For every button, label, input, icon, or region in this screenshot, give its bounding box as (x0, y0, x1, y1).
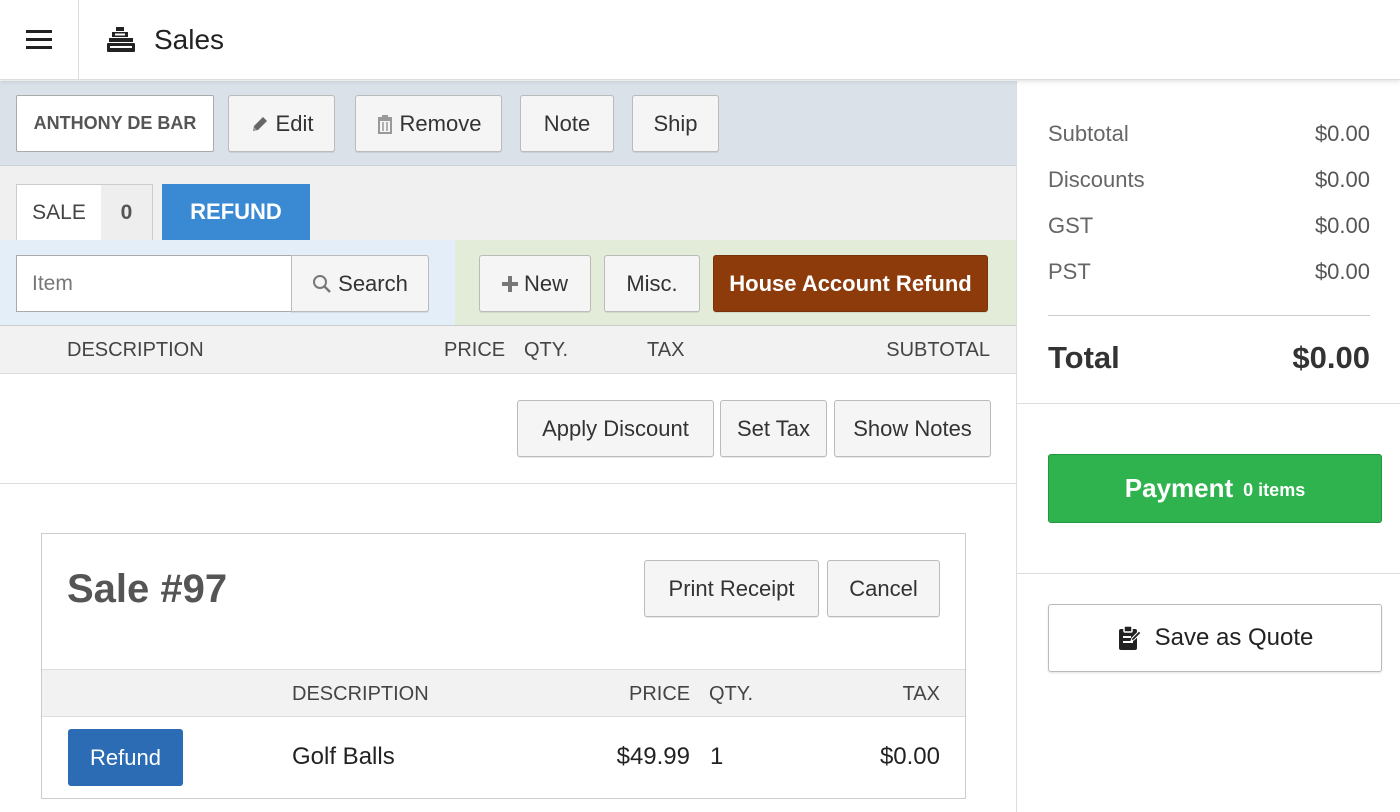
discounts-row: Discounts $0.00 (1048, 167, 1370, 193)
plus-icon (501, 275, 518, 292)
menu-button[interactable] (0, 0, 79, 80)
save-as-quote-label: Save as Quote (1154, 624, 1314, 651)
item-search-area: Search (0, 240, 455, 326)
table-row: Refund Golf Balls $49.99 1 $0.00 (42, 717, 965, 799)
divider (1017, 403, 1400, 404)
item-qty: 1 (710, 743, 724, 770)
item-search-input[interactable] (16, 255, 292, 312)
pst-value: $0.00 (1314, 259, 1370, 284)
sale-register: ANTHONY DE BAR Edit Remove Note Ship SAL… (0, 81, 1016, 812)
house-account-refund-button[interactable]: House Account Refund (713, 255, 988, 312)
sale-column-qty: QTY. (709, 683, 754, 705)
sale-items-header: DESCRIPTION PRICE QTY. TAX (42, 669, 965, 717)
payment-label: Payment (1124, 473, 1234, 503)
page-header: Sales (106, 0, 224, 80)
print-receipt-button[interactable]: Print Receipt (644, 560, 819, 617)
sale-panel: Sale #97 Print Receipt Cancel DESCRIPTIO… (41, 533, 966, 799)
item-tax: $0.00 (879, 743, 940, 770)
total-label: Total (1048, 340, 1120, 375)
cancel-button[interactable]: Cancel (827, 560, 940, 617)
misc-button[interactable]: Misc. (604, 255, 700, 312)
clipboard-icon (1118, 625, 1141, 650)
apply-discount-button[interactable]: Apply Discount (517, 400, 714, 457)
tab-sale[interactable]: SALE 0 (16, 184, 153, 240)
remove-customer-button[interactable]: Remove (355, 95, 502, 152)
totals-panel: Subtotal $0.00 Discounts $0.00 GST $0.00… (1016, 81, 1400, 812)
mode-tabs: SALE 0 REFUND (0, 166, 1016, 240)
new-label: New (523, 270, 568, 296)
column-qty: QTY. (524, 339, 569, 361)
column-subtotal: SUBTOTAL (886, 339, 990, 361)
total-value: $0.00 (1292, 340, 1370, 375)
tab-sale-label: SALE (32, 200, 86, 224)
search-icon (313, 274, 332, 293)
gst-label: GST (1048, 213, 1094, 238)
gst-row: GST $0.00 (1048, 213, 1370, 239)
sale-column-price: PRICE (629, 683, 691, 705)
save-as-quote-button[interactable]: Save as Quote (1048, 604, 1382, 672)
add-item-area: New Misc. House Account Refund (455, 240, 1016, 326)
discounts-value: $0.00 (1314, 167, 1370, 192)
subtotal-label: Subtotal (1048, 121, 1129, 146)
tab-sale-count: 0 (101, 185, 152, 240)
new-item-button[interactable]: New (479, 255, 591, 312)
line-items-header: DESCRIPTION PRICE QTY. TAX SUBTOTAL (0, 326, 1016, 374)
gst-value: $0.00 (1314, 213, 1370, 238)
subtotal-row: Subtotal $0.00 (1048, 121, 1370, 147)
item-price: $49.99 (616, 743, 690, 770)
divider (1017, 573, 1400, 574)
remove-label: Remove (399, 110, 482, 136)
pst-label: PST (1048, 259, 1091, 284)
customer-name-button[interactable]: ANTHONY DE BAR (16, 95, 214, 152)
edit-customer-button[interactable]: Edit (228, 95, 335, 152)
total-row: Total $0.00 (1048, 340, 1370, 376)
payment-item-count: 0 items (1243, 480, 1306, 500)
column-price: PRICE (444, 339, 506, 361)
customer-bar: ANTHONY DE BAR Edit Remove Note Ship (0, 81, 1016, 166)
ship-button[interactable]: Ship (632, 95, 719, 152)
set-tax-button[interactable]: Set Tax (720, 400, 827, 457)
pencil-icon (252, 116, 267, 131)
refund-item-button[interactable]: Refund (68, 729, 183, 786)
line-item-actions: Apply Discount Set Tax Show Notes (0, 374, 1016, 484)
pst-row: PST $0.00 (1048, 259, 1370, 285)
totals-divider (1048, 315, 1370, 316)
discounts-label: Discounts (1048, 167, 1145, 192)
search-label: Search (338, 270, 408, 296)
register-icon (107, 27, 135, 52)
page-title: Sales (154, 24, 225, 55)
sale-column-tax: TAX (902, 683, 940, 705)
tab-refund[interactable]: REFUND (162, 184, 310, 240)
show-notes-button[interactable]: Show Notes (834, 400, 991, 457)
sale-column-description: DESCRIPTION (292, 683, 429, 705)
item-description: Golf Balls (292, 743, 395, 770)
subtotal-value: $0.00 (1314, 121, 1370, 146)
hamburger-icon (26, 30, 52, 50)
trash-icon (377, 114, 392, 134)
sale-title: Sale #97 (67, 567, 228, 611)
payment-button[interactable]: Payment 0 items (1048, 454, 1382, 523)
edit-label: Edit (275, 110, 314, 136)
column-description: DESCRIPTION (67, 339, 204, 361)
column-tax: TAX (647, 339, 685, 361)
note-button[interactable]: Note (520, 95, 614, 152)
search-button[interactable]: Search (291, 255, 429, 312)
top-bar: Sales (0, 0, 1400, 80)
